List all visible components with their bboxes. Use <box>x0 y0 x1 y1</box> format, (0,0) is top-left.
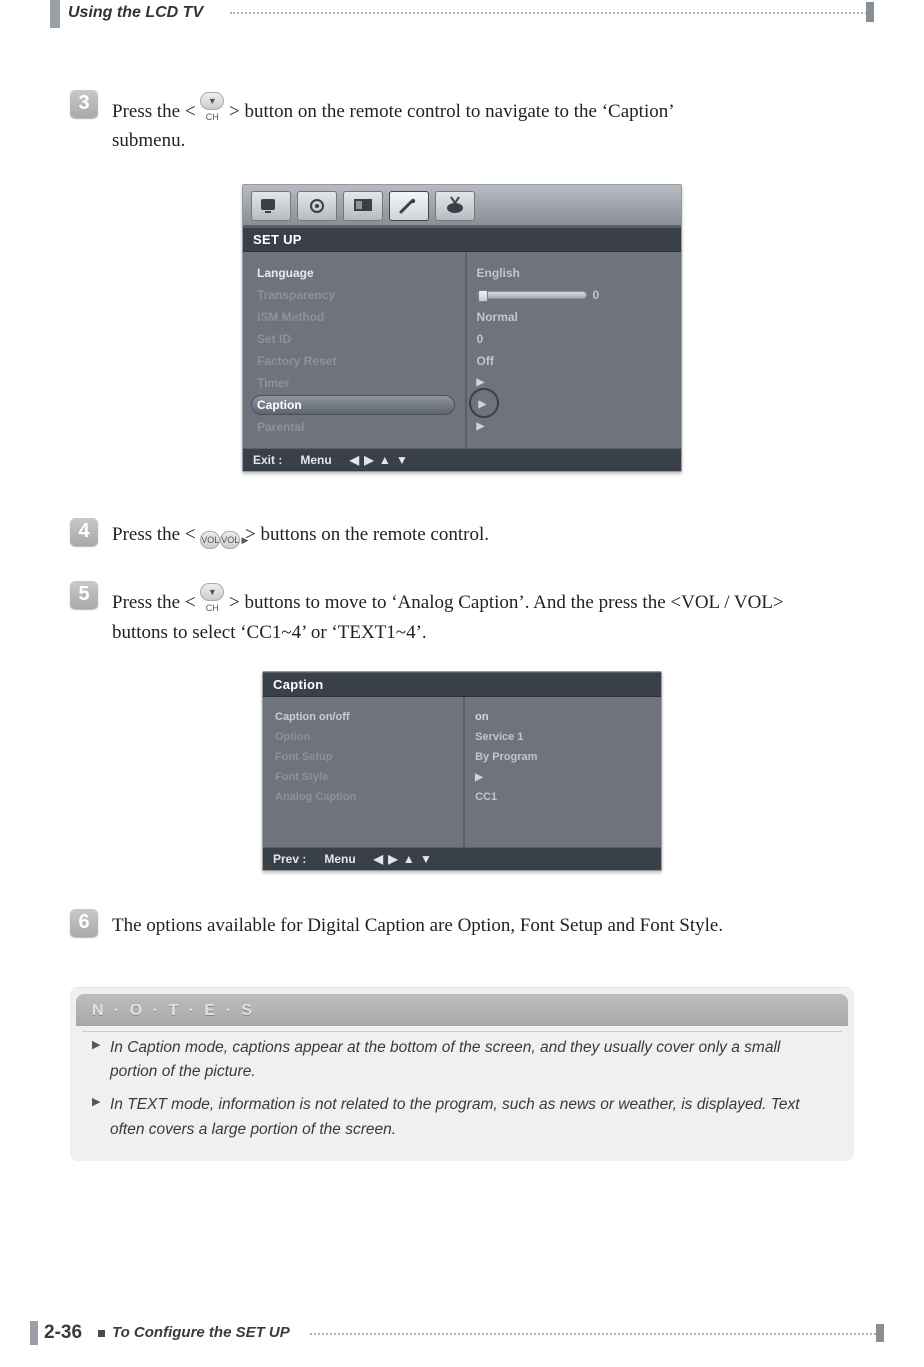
step-5-text: Press the < ▼ CH > buttons to move to ‘A… <box>112 583 874 647</box>
osd-title: SET UP <box>243 227 681 252</box>
osd-tab-channel-icon[interactable] <box>435 191 475 221</box>
menu-item-ism[interactable]: ISM Method <box>257 306 457 328</box>
value-caption-onoff: on <box>475 707 647 727</box>
osd-tab-screen-icon[interactable] <box>343 191 383 221</box>
osd-footer: Exit : Menu ◀ ▶ ▲ ▼ <box>243 448 681 471</box>
step-6: 6 The options available for Digital Capt… <box>76 911 874 940</box>
menu-item-language[interactable]: Language <box>257 262 457 284</box>
menu-item-caption[interactable]: Caption <box>257 394 457 416</box>
setup-osd: SET UP Language Transparency ISM Method … <box>242 184 682 472</box>
value-factory-reset: Off <box>477 350 667 372</box>
menu-item-caption-onoff[interactable]: Caption on/off <box>275 707 455 727</box>
step-number-5: 5 <box>70 581 98 609</box>
footer-section-title: To Configure the SET UP <box>112 1324 290 1341</box>
footer-prev-label: Prev : <box>273 852 306 866</box>
ch-down-icon: ▼ CH <box>200 92 224 110</box>
footer-square-icon <box>98 1330 105 1337</box>
footer-exit-label: Exit : <box>253 453 282 467</box>
menu-item-factory-reset[interactable]: Factory Reset <box>257 350 457 372</box>
step-3-text: Press the < ▼ CH > button on the remote … <box>112 92 874 156</box>
osd-body: Language Transparency ISM Method Set ID … <box>243 252 681 448</box>
step-5-fragment-b: > buttons to move to ‘Analog Caption’. A… <box>229 592 784 613</box>
step-4-text: Press the < VOL ◀VOL ▶ > buttons on the … <box>112 520 874 549</box>
footer-menu-label: Menu <box>324 852 355 866</box>
step-number-3: 3 <box>70 90 98 118</box>
value-ism: Normal <box>477 306 667 328</box>
value-transparency: 0 <box>477 284 667 306</box>
notes-heading: N · O · T · E · S <box>76 994 848 1026</box>
page-header: Using the LCD TV <box>50 0 874 36</box>
menu-item-transparency[interactable]: Transparency <box>257 284 457 306</box>
step-5-fragment-a: Press the < <box>112 592 196 613</box>
footer-accent-bar <box>30 1321 38 1345</box>
value-setid: 0 <box>477 328 667 350</box>
menu-item-setid[interactable]: Set ID <box>257 328 457 350</box>
page-number: 2-36 <box>44 1322 82 1344</box>
page-footer: 2-36 To Configure the SET UP <box>30 1321 884 1351</box>
osd-tab-picture-icon[interactable] <box>251 191 291 221</box>
vol-right-icon: VOL ▶ <box>220 531 240 549</box>
header-divider <box>230 12 874 14</box>
menu-item-analog-caption[interactable]: Analog Caption <box>275 787 455 807</box>
vol-left-icon: VOL ◀ <box>200 531 220 549</box>
step-5: 5 Press the < ▼ CH > buttons to move to … <box>76 583 874 647</box>
osd-tab-row <box>243 185 681 227</box>
value-option: Service 1 <box>475 727 647 747</box>
menu-item-font-style[interactable]: Font Style <box>275 767 455 787</box>
menu-item-font-setup[interactable]: Font Setup <box>275 747 455 767</box>
arrow-right-icon: ▶ <box>477 377 485 388</box>
menu-item-parental[interactable]: Parental <box>257 416 457 438</box>
note-item: In TEXT mode, information is not related… <box>92 1093 832 1143</box>
value-font-style: ▶ <box>475 767 647 787</box>
menu-item-timer[interactable]: Timer <box>257 372 457 394</box>
value-language: English <box>477 262 667 284</box>
osd-tab-setup-icon[interactable] <box>389 191 429 221</box>
arrow-right-icon: ▶ <box>477 421 485 432</box>
osd-value-list: English 0 Normal 0 Off ▶ ▶ ▶ <box>467 252 681 448</box>
caption-osd-footer: Prev : Menu ◀ ▶ ▲ ▼ <box>263 847 661 870</box>
footer-nav-arrows-icon: ◀ ▶ ▲ ▼ <box>374 852 433 866</box>
header-accent-bar <box>50 0 60 28</box>
footer-end-bar <box>876 1324 884 1342</box>
caption-osd: Caption Caption on/off Option Font Setup… <box>262 671 662 871</box>
value-parental: ▶ <box>477 416 667 438</box>
value-font-setup: By Program <box>475 747 647 767</box>
step-3-fragment-c: submenu. <box>112 130 185 151</box>
notes-list: In Caption mode, captions appear at the … <box>92 1036 832 1143</box>
caption-osd-body: Caption on/off Option Font Setup Font St… <box>263 697 661 847</box>
step-number-6: 6 <box>70 909 98 937</box>
section-title: Using the LCD TV <box>68 4 203 22</box>
osd-tab-sound-icon[interactable] <box>297 191 337 221</box>
value-analog-caption: CC1 <box>475 787 647 807</box>
caption-osd-title: Caption <box>263 672 661 697</box>
value-caption: ▶ <box>477 394 667 416</box>
footer-menu-label: Menu <box>300 453 331 467</box>
menu-item-option[interactable]: Option <box>275 727 455 747</box>
slider-thumb-icon[interactable] <box>478 290 488 302</box>
step-4-fragment-b: > buttons on the remote control. <box>245 524 489 545</box>
value-transparency-num: 0 <box>593 288 600 302</box>
arrow-right-icon: ▶ <box>475 772 483 783</box>
header-end-bar <box>866 2 874 22</box>
step-3-fragment-a: Press the < <box>112 101 196 122</box>
footer-nav-arrows-icon: ◀ ▶ ▲ ▼ <box>350 453 409 467</box>
step-4-fragment-a: Press the < <box>112 524 196 545</box>
value-timer: ▶ <box>477 372 667 394</box>
step-6-text: The options available for Digital Captio… <box>112 911 874 940</box>
notes-box: N · O · T · E · S In Caption mode, capti… <box>70 987 854 1161</box>
step-3: 3 Press the < ▼ CH > button on the remot… <box>76 92 874 156</box>
step-4: 4 Press the < VOL ◀VOL ▶ > buttons on th… <box>76 520 874 549</box>
caption-value-list: on Service 1 By Program ▶ CC1 <box>465 697 661 847</box>
step-3-fragment-b: > button on the remote control to naviga… <box>229 101 675 122</box>
osd-menu-list: Language Transparency ISM Method Set ID … <box>243 252 467 448</box>
step-5-fragment-c: buttons to select ‘CC1~4’ or ‘TEXT1~4’. <box>112 622 427 643</box>
caption-menu-list: Caption on/off Option Font Setup Font St… <box>263 697 465 847</box>
slider-track-icon[interactable] <box>477 291 587 299</box>
footer-divider <box>310 1333 884 1335</box>
ch-down-icon: ▼ CH <box>200 583 224 601</box>
step-number-4: 4 <box>70 518 98 546</box>
note-item: In Caption mode, captions appear at the … <box>92 1036 832 1086</box>
arrow-right-icon: ▶ <box>477 399 487 410</box>
